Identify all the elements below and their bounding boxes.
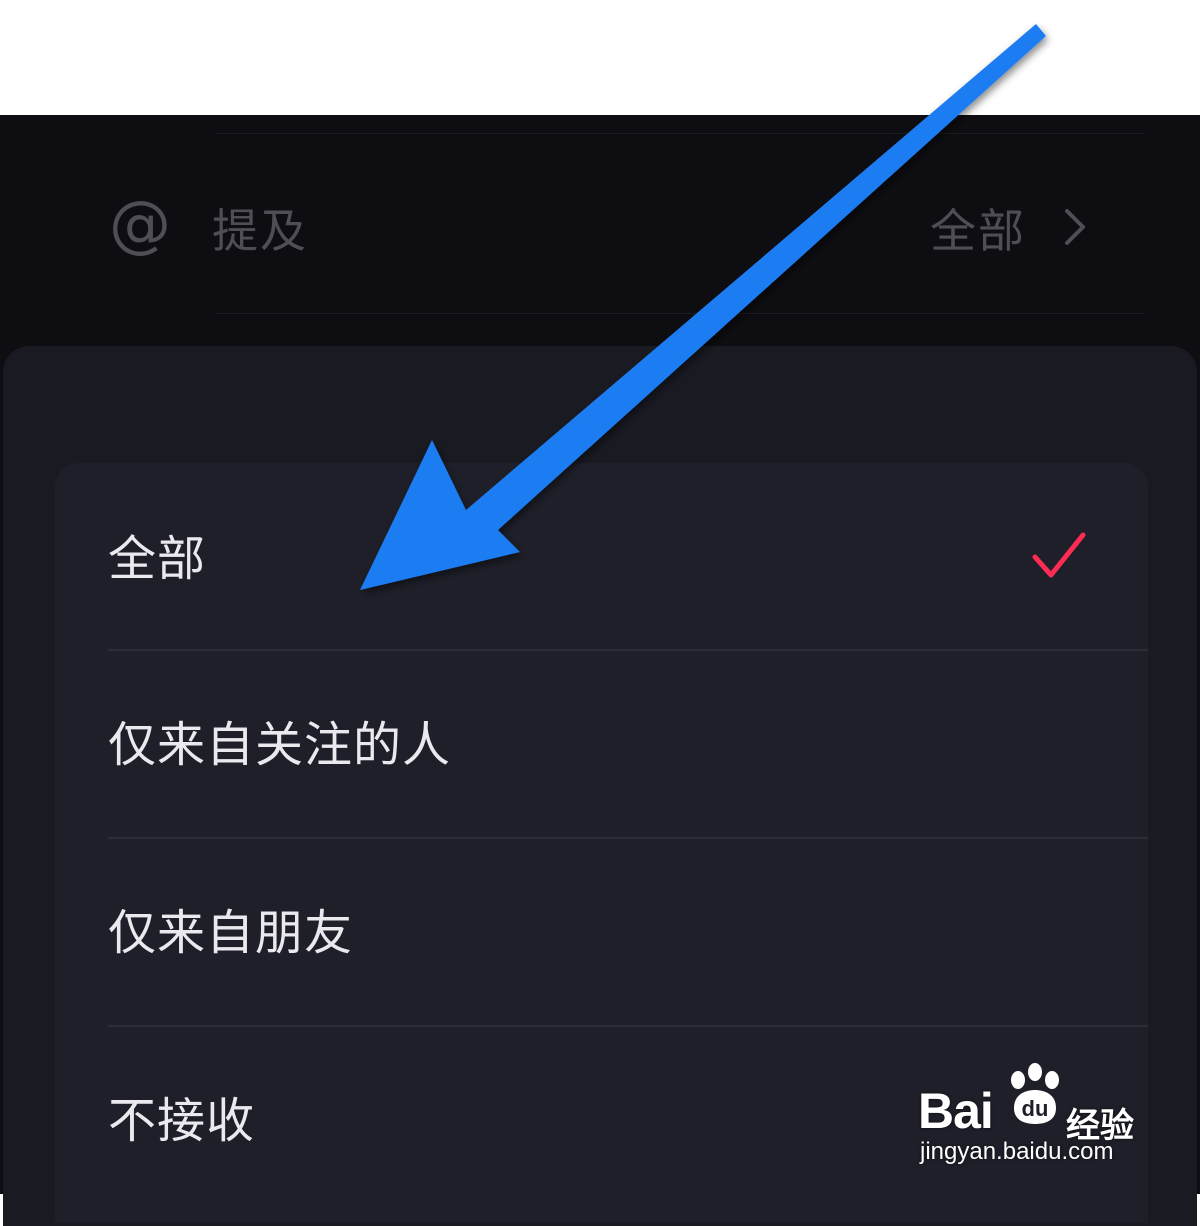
option-label: 仅来自朋友 [108,905,354,961]
option-label: 仅来自关注的人 [108,717,452,773]
mention-label: 提及 [212,204,308,258]
at-icon: @ [109,193,171,260]
svg-text:@: @ [109,193,171,260]
paw-icon: du [1011,1063,1059,1124]
baidu-jingyan-watermark: Bai du 经验 jingyan.baidu.com [918,1062,1148,1172]
mention-value: 全部 [930,204,1026,258]
option-friends-only[interactable]: 仅来自朋友 [55,839,1148,1027]
chevron-right-icon [1065,209,1085,245]
option-following-only[interactable]: 仅来自关注的人 [55,651,1148,839]
option-all[interactable]: 全部 [55,463,1148,651]
mention-setting-row[interactable]: @ 提及 全部 [0,135,1200,313]
svg-text:du: du [1022,1096,1049,1121]
divider [215,133,1145,134]
option-label: 不接收 [108,1093,256,1149]
top-margin [0,0,1200,115]
option-label: 全部 [108,531,207,587]
watermark-brand: Bai [918,1083,994,1139]
divider [215,313,1145,314]
check-icon [1032,532,1086,578]
watermark-url: jingyan.baidu.com [920,1138,1114,1165]
